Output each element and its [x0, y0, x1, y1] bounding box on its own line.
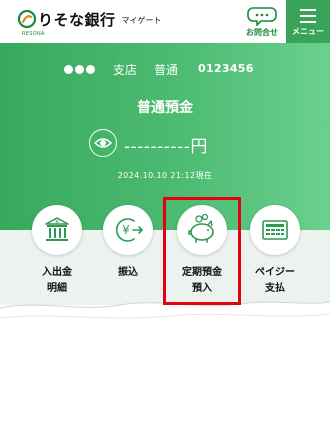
- service-name: マイゲート: [121, 15, 162, 25]
- action-statement-label: 入出金 明細: [42, 267, 72, 294]
- action-transfer-label: 振込: [118, 267, 138, 278]
- action-pay-easy-circle[interactable]: [250, 205, 300, 255]
- action-pay-easy[interactable]: ペイジー 支払: [248, 203, 302, 303]
- balance-timestamp: 2024.10.10 21:12現在: [117, 171, 213, 180]
- account-type: 普通: [154, 63, 179, 77]
- inquiry-label: お問合せ: [246, 28, 278, 37]
- account-info-row: 支店 普通 0123456: [0, 61, 330, 77]
- branch-label: 支店: [113, 63, 138, 77]
- menu-label: メニュー: [292, 27, 324, 36]
- app-header: りそな銀行 マイゲート RESONA お問合せ メニュー: [0, 0, 330, 43]
- logo-tagline: RESONA: [22, 31, 45, 37]
- svg-text:¥: ¥: [55, 219, 59, 226]
- balance-row: ----------円: [0, 129, 330, 157]
- action-statement-circle[interactable]: ¥: [32, 205, 82, 255]
- account-title: 普通預金: [137, 100, 193, 116]
- highlight-box: [163, 197, 241, 305]
- inquiry-button[interactable]: お問合せ: [240, 4, 284, 40]
- masked-branch-name: [64, 61, 95, 77]
- bank-icon: ¥: [45, 217, 69, 241]
- menu-button[interactable]: メニュー: [286, 0, 330, 43]
- balance-amount: ----------円: [124, 137, 208, 157]
- bank-name: りそな銀行: [38, 10, 116, 29]
- action-statement[interactable]: ¥ 入出金 明細: [30, 203, 84, 303]
- yen-transfer-icon: ¥: [115, 218, 143, 242]
- eye-icon: [93, 137, 112, 148]
- svg-text:¥: ¥: [122, 223, 130, 237]
- calculator-icon: [262, 220, 288, 240]
- resona-logo[interactable]: りそな銀行 マイゲート: [18, 9, 162, 29]
- action-pay-easy-label: ペイジー 支払: [255, 267, 295, 294]
- action-transfer[interactable]: ¥ 振込: [101, 203, 155, 303]
- action-transfer-circle[interactable]: ¥: [103, 205, 153, 255]
- resona-logo-mark-icon: [18, 10, 36, 28]
- chat-bubble-icon: [247, 7, 277, 26]
- account-number: 0123456: [198, 62, 254, 75]
- toggle-balance-visibility-button[interactable]: [89, 129, 117, 157]
- hamburger-icon: [300, 9, 316, 23]
